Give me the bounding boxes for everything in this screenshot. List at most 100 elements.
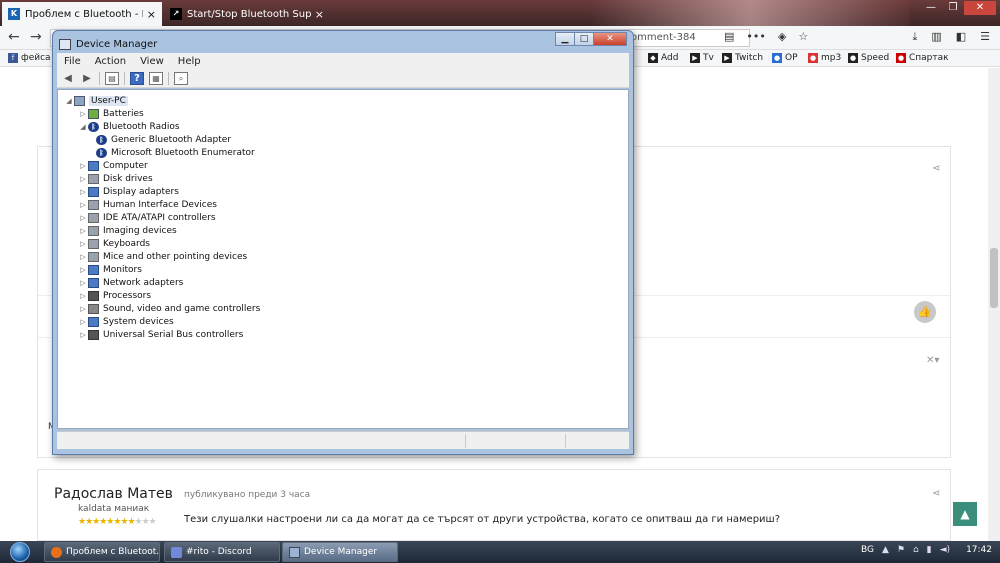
tree-item-batteries[interactable]: ▷ Batteries: [78, 107, 144, 120]
start-button[interactable]: [4, 541, 38, 563]
expand-arrow-icon[interactable]: ▷: [78, 305, 88, 313]
collapse-arrow-icon[interactable]: ◢: [64, 97, 74, 105]
show-hidden-icons-icon[interactable]: ▲: [882, 545, 889, 555]
tree-item-mice[interactable]: ▷ Mice and other pointing devices: [78, 250, 247, 263]
clock[interactable]: 17:42: [966, 545, 992, 555]
bookmark-item[interactable]: f фейса: [8, 53, 51, 63]
tree-item-bluetooth-radios[interactable]: ◢ ᛒ Bluetooth Radios: [78, 120, 180, 133]
tab-close-icon[interactable]: ×: [315, 8, 324, 21]
bookmark-item[interactable]: ▶ Twitch: [722, 53, 763, 63]
tree-item-human-interface-devices[interactable]: ▷ Human Interface Devices: [78, 198, 217, 211]
properties-icon[interactable]: ▦: [149, 71, 163, 85]
expand-arrow-icon[interactable]: ▷: [78, 227, 88, 235]
show-hide-console-tree-icon[interactable]: ▤: [105, 71, 119, 85]
share-icon[interactable]: ⋖: [932, 163, 940, 174]
tree-item-disk-drives[interactable]: ▷ Disk drives: [78, 172, 153, 185]
expand-arrow-icon[interactable]: ▷: [78, 162, 88, 170]
bookmark-item[interactable]: ● OP: [772, 53, 798, 63]
help-icon[interactable]: ?: [130, 71, 144, 85]
tree-root[interactable]: ◢ User-PC: [64, 94, 128, 107]
expand-arrow-icon[interactable]: ▷: [78, 201, 88, 209]
volume-icon[interactable]: ◄): [940, 545, 950, 555]
computer-icon: [88, 160, 99, 171]
bookmark-item[interactable]: ● Спартак: [896, 53, 949, 63]
language-indicator[interactable]: BG: [861, 545, 874, 555]
expand-arrow-icon[interactable]: ▷: [78, 214, 88, 222]
more-actions-icon[interactable]: •••: [746, 30, 765, 43]
tree-item-generic-bluetooth-adapter[interactable]: ᛒ Generic Bluetooth Adapter: [96, 133, 231, 146]
sidebar-icon[interactable]: ◧: [956, 30, 966, 44]
maximize-icon[interactable]: ❐: [942, 1, 964, 15]
bookmark-label: Спартак: [909, 53, 949, 63]
expand-arrow-icon[interactable]: ▷: [78, 318, 88, 326]
tree-item-microsoft-bluetooth-enumerator[interactable]: ᛒ Microsoft Bluetooth Enumerator: [96, 146, 255, 159]
expand-arrow-icon[interactable]: ▷: [78, 110, 88, 118]
menu-icon[interactable]: ☰: [980, 30, 990, 44]
expand-arrow-icon[interactable]: ▷: [78, 292, 88, 300]
tree-item-display-adapters[interactable]: ▷ Display adapters: [78, 185, 179, 198]
maximize-icon[interactable]: □: [574, 32, 594, 46]
bookmark-item[interactable]: ◆ Add: [648, 53, 678, 63]
menu-view[interactable]: View: [133, 56, 171, 67]
tree-item-imaging-devices[interactable]: ▷ Imaging devices: [78, 224, 177, 237]
bookmark-item[interactable]: ● mp3: [808, 53, 841, 63]
tree-item-ide-controllers[interactable]: ▷ IDE ATA/ATAPI controllers: [78, 211, 216, 224]
tree-item-computer[interactable]: ▷ Computer: [78, 159, 148, 172]
scroll-to-top-button[interactable]: ▲: [953, 502, 977, 526]
expand-arrow-icon[interactable]: ▷: [78, 240, 88, 248]
minimize-icon[interactable]: ▁: [555, 32, 575, 46]
stars-filled: ★★★★★★★★: [78, 517, 136, 527]
close-icon[interactable]: ✕▾: [926, 355, 939, 366]
flag-icon[interactable]: ⚑: [897, 545, 905, 555]
page-scrollbar[interactable]: [988, 68, 1000, 541]
tree-item-sound-video-game[interactable]: ▷ Sound, video and game controllers: [78, 302, 260, 315]
bookmark-star-icon[interactable]: ☆: [798, 30, 808, 43]
expand-arrow-icon[interactable]: ▷: [78, 188, 88, 196]
forward-arrow-icon[interactable]: →: [30, 29, 42, 45]
menu-action[interactable]: Action: [88, 56, 133, 67]
bookmark-item[interactable]: ▶ Tv: [690, 53, 714, 63]
tree-item-processors[interactable]: ▷ Processors: [78, 289, 151, 302]
tree-item-usb-controllers[interactable]: ▷ Universal Serial Bus controllers: [78, 328, 243, 341]
menu-help[interactable]: Help: [171, 56, 208, 67]
scan-hardware-icon[interactable]: ⌕: [174, 71, 188, 85]
close-window-icon[interactable]: ✕: [964, 1, 996, 15]
reader-view-icon[interactable]: ▤: [724, 30, 734, 43]
tree-item-keyboards[interactable]: ▷ Keyboards: [78, 237, 150, 250]
thumbs-up-icon[interactable]: 👍: [914, 301, 936, 323]
back-arrow-icon[interactable]: ←: [8, 29, 20, 45]
close-icon[interactable]: ✕: [593, 32, 627, 46]
scrollbar-thumb[interactable]: [990, 248, 998, 308]
tree-item-system-devices[interactable]: ▷ System devices: [78, 315, 174, 328]
taskbar-button-firefox[interactable]: Проблем с Bluetoot...: [44, 542, 160, 562]
taskbar-button-device-manager[interactable]: Device Manager: [282, 542, 398, 562]
forward-arrow-icon[interactable]: ▶: [80, 72, 94, 85]
facebook-icon: f: [8, 53, 18, 63]
tree-item-monitors[interactable]: ▷ Monitors: [78, 263, 142, 276]
download-icon[interactable]: ⤓: [912, 30, 917, 44]
browser-tab-inactive[interactable]: ↗ Start/Stop Bluetooth Support se ×: [164, 2, 330, 26]
expand-arrow-icon[interactable]: ▷: [78, 331, 88, 339]
tab-close-icon[interactable]: ×: [147, 8, 156, 21]
minimize-icon[interactable]: —: [920, 1, 942, 15]
author-name[interactable]: Радослав Матев: [54, 486, 173, 502]
usb-device-icon[interactable]: ⌂: [913, 545, 919, 555]
expand-arrow-icon[interactable]: ▷: [78, 175, 88, 183]
windows-start-icon: [10, 542, 30, 562]
menu-file[interactable]: File: [57, 56, 88, 67]
expand-arrow-icon[interactable]: ▷: [78, 253, 88, 261]
pocket-icon[interactable]: ◈: [778, 30, 786, 43]
toolbar-right-icons: ⤓ ▥ ◧ ☰: [912, 30, 990, 44]
tree-item-network-adapters[interactable]: ▷ Network adapters: [78, 276, 183, 289]
expand-arrow-icon[interactable]: ▷: [78, 266, 88, 274]
op-icon: ●: [772, 53, 782, 63]
bookmark-item[interactable]: ● Speed: [848, 53, 889, 63]
library-icon[interactable]: ▥: [931, 30, 941, 44]
network-icon[interactable]: ▮: [927, 545, 932, 555]
back-arrow-icon[interactable]: ◀: [61, 72, 75, 85]
collapse-arrow-icon[interactable]: ◢: [78, 123, 88, 131]
expand-arrow-icon[interactable]: ▷: [78, 279, 88, 287]
taskbar-button-discord[interactable]: #rito - Discord: [164, 542, 280, 562]
share-icon[interactable]: ⋖: [932, 488, 940, 499]
browser-tab-active[interactable]: K Проблем с Bluetooth - Програ ×: [2, 2, 162, 26]
